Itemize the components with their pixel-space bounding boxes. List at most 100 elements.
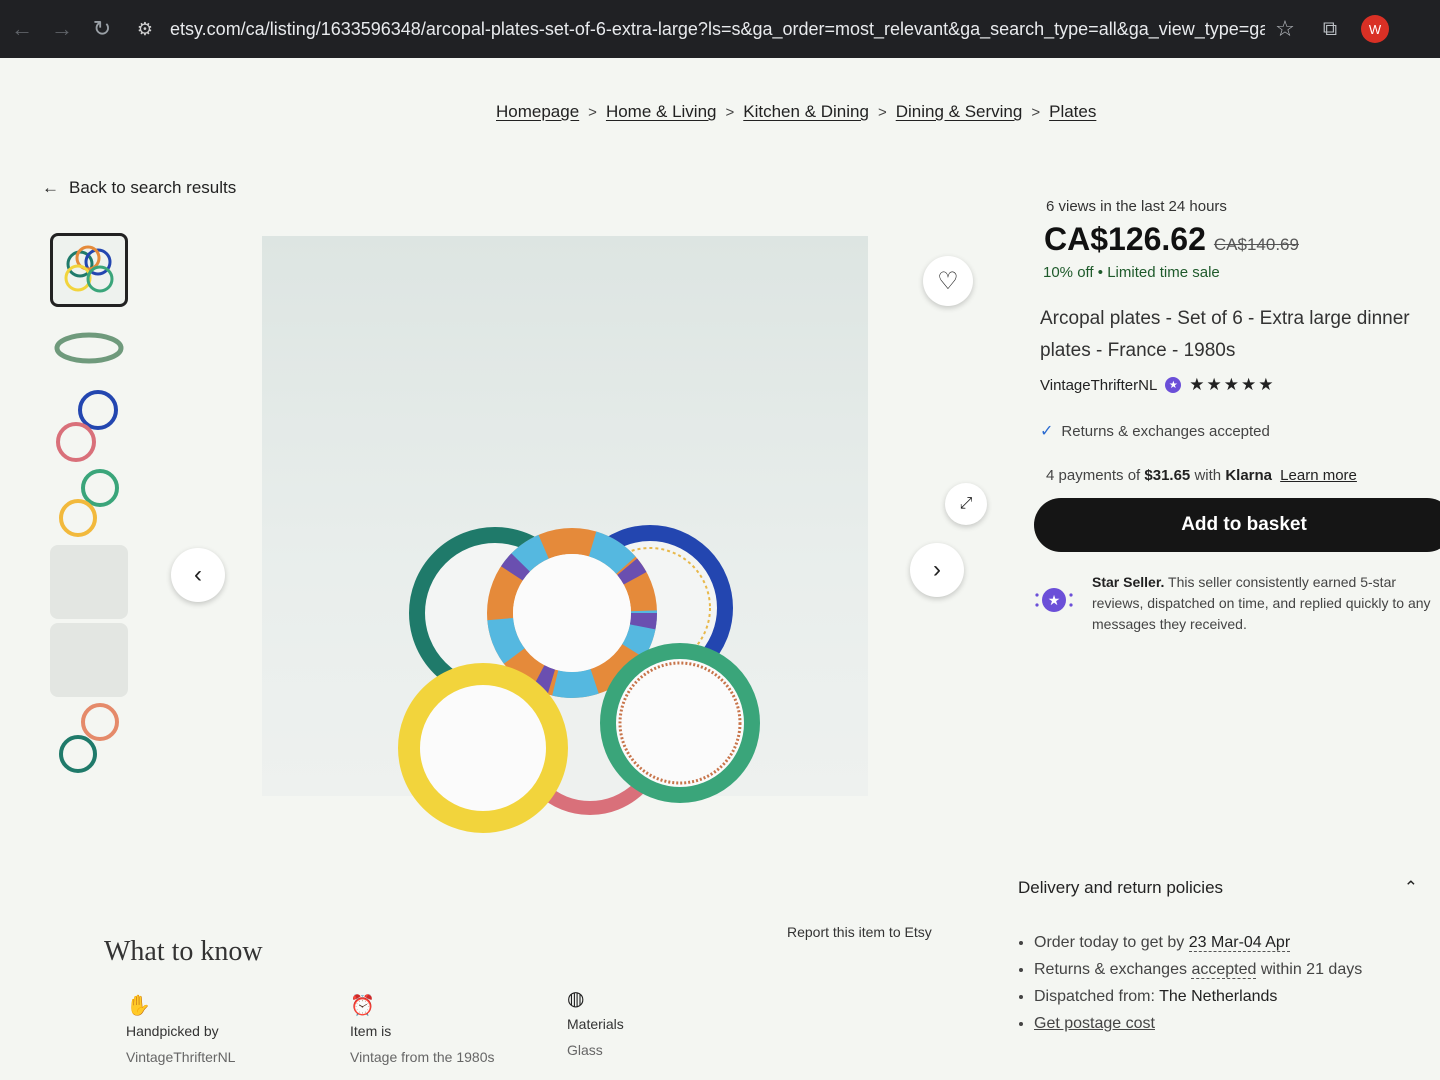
thumbnail-2[interactable] [50, 311, 128, 385]
item-age-info: ⏰ Item is Vintage from the 1980s [350, 993, 495, 1065]
star-seller-badge-icon: ★ [1165, 377, 1182, 393]
bookmark-star-icon[interactable]: ☆ [1265, 16, 1305, 42]
chevron-right-icon: > [725, 103, 735, 121]
chevron-right-icon: > [588, 103, 597, 121]
delivery-list: Order today to get by 23 Mar-04 Apr Retu… [1018, 934, 1418, 1033]
add-to-basket-button[interactable]: Add to basket [1034, 498, 1440, 552]
delivery-header[interactable]: Delivery and return policies ⌃ [1018, 878, 1418, 898]
listing-info-panel: 6 views in the last 24 hours CA$126.62 C… [1034, 198, 1440, 635]
svg-text:★: ★ [1048, 593, 1061, 609]
alarm-clock-icon: ⏰ [350, 995, 375, 1017]
price-row: CA$126.62 CA$140.69 [1044, 221, 1440, 258]
get-postage-cost-link[interactable]: Get postage cost [1034, 1015, 1155, 1032]
order-prefix: Order today to get by [1034, 934, 1185, 951]
star-seller-title: Star Seller. [1092, 574, 1165, 590]
forward-arrow-icon[interactable]: → [42, 9, 82, 49]
delivery-title: Delivery and return policies [1018, 878, 1224, 897]
hand-icon: ✋ [126, 995, 151, 1017]
handpicked-info: ✋ Handpicked by VintageThrifterNL [126, 993, 235, 1065]
profile-avatar[interactable]: W [1361, 15, 1389, 43]
delivery-date-item: Order today to get by 23 Mar-04 Apr [1034, 934, 1418, 952]
handpicked-label: Handpicked by [126, 1023, 219, 1039]
dispatched-from: The Netherlands [1159, 988, 1278, 1005]
etsy-listing-page: Homepage > Home & Living > Kitchen & Din… [0, 58, 1440, 1080]
chevron-right-icon: › [933, 556, 941, 583]
expand-image-button[interactable]: ⤢ [945, 483, 987, 525]
star-seller-icon: ★ [1034, 580, 1074, 620]
chevron-left-icon: ‹ [194, 561, 202, 588]
breadcrumb: Homepage > Home & Living > Kitchen & Din… [496, 102, 1096, 122]
klarna-prefix: 4 payments of [1046, 467, 1141, 484]
previous-image-button[interactable]: ‹ [171, 548, 225, 602]
breadcrumb-plates[interactable]: Plates [1049, 102, 1096, 122]
views-count: 6 views in the last 24 hours [1046, 198, 1227, 215]
materials-value: Glass [567, 1042, 603, 1058]
dispatched-prefix: Dispatched from: [1034, 988, 1155, 1005]
chevron-right-icon: > [877, 103, 887, 121]
breadcrumb-dining-serving[interactable]: Dining & Serving [896, 102, 1023, 122]
klarna-learn-more-link[interactable]: Learn more [1280, 467, 1357, 484]
back-to-search-link[interactable]: ← Back to search results [42, 178, 236, 198]
extensions-icon[interactable]: ⧉ [1305, 18, 1355, 41]
breadcrumb-kitchen-dining[interactable]: Kitchen & Dining [743, 102, 869, 122]
star-seller-text: Star Seller. This seller consistently ea… [1092, 572, 1432, 635]
materials-label: Materials [567, 1016, 624, 1032]
report-item-link[interactable]: Report this item to Etsy [787, 924, 932, 940]
thumbnail-1[interactable] [50, 233, 128, 307]
postage-item: Get postage cost [1034, 1015, 1418, 1033]
reload-icon[interactable]: ↻ [82, 9, 122, 49]
current-price: CA$126.62 [1044, 221, 1206, 257]
browser-toolbar: ← → ↻ ⚙ etsy.com/ca/listing/1633596348/a… [0, 0, 1440, 58]
breadcrumb-homepage[interactable]: Homepage [496, 102, 579, 122]
breadcrumb-home-living[interactable]: Home & Living [606, 102, 717, 122]
item-is-value: Vintage from the 1980s [350, 1049, 495, 1065]
thumbnail-5[interactable] [50, 545, 128, 619]
back-arrow-icon[interactable]: ← [2, 9, 42, 49]
chevron-up-icon: ⌃ [1403, 878, 1418, 897]
checkmark-icon: ✓ [1040, 423, 1054, 440]
delivery-policies: Delivery and return policies ⌃ Order tod… [1018, 878, 1418, 1042]
rating-stars-icon[interactable]: ★★★★★ [1189, 375, 1275, 395]
thumbnail-7[interactable] [50, 701, 128, 775]
back-link-label: Back to search results [69, 178, 237, 197]
dispatch-item: Dispatched from: The Netherlands [1034, 988, 1418, 1006]
favorite-heart-button[interactable]: ♡ [923, 256, 973, 306]
returns-item: Returns & exchanges accepted within 21 d… [1034, 961, 1418, 979]
item-is-label: Item is [350, 1023, 392, 1039]
address-bar[interactable]: etsy.com/ca/listing/1633596348/arcopal-p… [170, 19, 1265, 40]
discount-label: 10% off [1043, 264, 1094, 281]
yarn-ball-icon: ◍ [567, 988, 585, 1010]
returns-suffix: within 21 days [1260, 961, 1363, 978]
listing-title: Arcopal plates - Set of 6 - Extra large … [1040, 308, 1410, 361]
original-price: CA$140.69 [1213, 235, 1299, 254]
expand-arrows-icon: ⤢ [959, 495, 973, 512]
star-seller-info: ★ Star Seller. This seller consistently … [1034, 572, 1440, 635]
materials-info: ◍ Materials Glass [567, 986, 624, 1058]
returns-prefix: Returns & exchanges [1034, 961, 1187, 978]
returns-text: Returns & exchanges accepted [1061, 422, 1270, 440]
handpicked-value: VintageThrifterNL [126, 1049, 236, 1065]
thumbnail-strip [50, 233, 150, 779]
bullet-separator: • [1097, 264, 1108, 281]
chevron-right-icon: > [1031, 103, 1041, 121]
thumbnail-6[interactable] [50, 623, 128, 697]
site-settings-icon[interactable]: ⚙ [130, 19, 160, 40]
arrow-left-icon: ← [42, 178, 59, 197]
delivery-dates[interactable]: 23 Mar-04 Apr [1188, 934, 1291, 952]
returns-accepted[interactable]: accepted [1191, 961, 1257, 979]
klarna-payments: 4 payments of $31.65 with Klarna Learn m… [1046, 467, 1440, 484]
sale-info: 10% off • Limited time sale [1043, 264, 1440, 281]
klarna-amount: $31.65 [1144, 467, 1191, 484]
what-to-know-title: What to know [104, 936, 263, 967]
seller-row: VintageThrifterNL ★ ★★★★★ [1040, 375, 1440, 395]
sale-note: Limited time sale [1107, 264, 1220, 281]
thumbnail-4[interactable] [50, 467, 128, 541]
plates-photo [398, 525, 760, 833]
klarna-with: with [1194, 467, 1222, 484]
seller-name-link[interactable]: VintageThrifterNL [1040, 377, 1157, 394]
thumbnail-3[interactable] [50, 389, 128, 463]
heart-icon: ♡ [937, 267, 959, 295]
returns-info: ✓ Returns & exchanges accepted [1040, 421, 1440, 441]
klarna-brand: Klarna [1225, 467, 1272, 484]
next-image-button[interactable]: › [910, 543, 964, 597]
